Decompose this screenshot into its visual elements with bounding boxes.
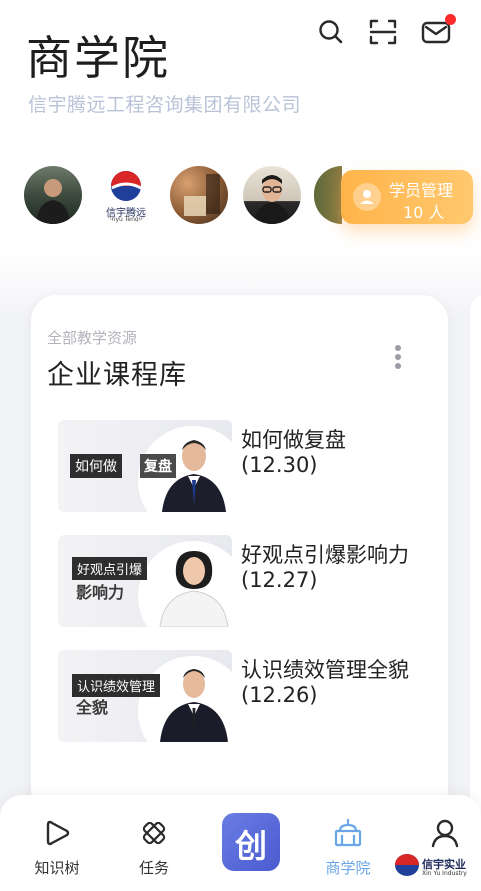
more-icon[interactable] <box>387 343 409 373</box>
thumbnail-tag: 如何做 <box>70 454 122 478</box>
next-card-peek[interactable] <box>470 295 481 815</box>
course-item[interactable]: 好观点引爆 影响力 好观点引爆影响力 (12.27) <box>58 535 438 627</box>
course-thumbnail: 如何做 复盘 <box>58 420 232 512</box>
nav-label: 任务 <box>138 859 169 877</box>
avatar[interactable] <box>314 166 342 224</box>
user-icon <box>353 183 381 211</box>
watermark-subtext: Xin Yu Industry <box>422 870 467 877</box>
page: 商学院 信宇腾远工程咨询集团有限公司 信宇腾远 Xinyu Tengyu 学员管… <box>0 0 481 891</box>
company-name: 信宇腾远工程咨询集团有限公司 <box>28 94 302 116</box>
course-date: (12.26) <box>241 683 318 707</box>
course-thumbnail: 好观点引爆 影响力 <box>58 535 232 627</box>
course-title: 如何做复盘 <box>241 428 346 452</box>
scan-icon[interactable] <box>367 16 399 48</box>
avatar[interactable] <box>170 166 228 224</box>
search-icon[interactable] <box>315 16 347 48</box>
avatar[interactable] <box>243 166 301 224</box>
nav-label: 商学院 <box>325 859 371 877</box>
avatar[interactable]: 信宇腾远 Xinyu Tengyu <box>97 166 155 224</box>
student-manage-label: 学员管理 <box>389 181 454 200</box>
create-button[interactable]: 创 <box>222 813 280 871</box>
course-date: (12.27) <box>241 568 318 592</box>
thumbnail-tag: 全貌 <box>76 698 109 717</box>
course-title: 认识绩效管理全貌 <box>241 658 409 682</box>
student-manage-button[interactable]: 学员管理 10 人 <box>341 170 473 224</box>
watermark-logo-icon <box>395 854 419 876</box>
course-thumbnail: 认识绩效管理 全貌 <box>58 650 232 742</box>
lecturer-photo <box>160 669 228 742</box>
task-icon <box>142 821 166 845</box>
course-library-card: 全部教学资源 企业课程库 如何做 复盘 如何做复盘 (12.30) 好观点引爆 … <box>31 295 448 815</box>
thumbnail-tag: 影响力 <box>76 583 125 602</box>
page-title: 商学院 <box>26 31 170 85</box>
nav-item-tasks[interactable]: 任务 <box>114 795 194 891</box>
avatar[interactable] <box>24 166 82 224</box>
lecturer-photo <box>162 440 226 512</box>
profile-icon <box>431 819 459 848</box>
school-icon <box>334 818 362 847</box>
nav-label: 知识树 <box>34 859 80 877</box>
course-title: 好观点引爆影响力 <box>241 543 409 567</box>
brand-logo-subtext: Xinyu Tengyu <box>105 216 147 223</box>
thumbnail-tag: 好观点引爆 <box>72 557 148 580</box>
course-date: (12.30) <box>241 453 318 477</box>
course-item[interactable]: 认识绩效管理 全貌 认识绩效管理全貌 (12.26) <box>58 650 438 742</box>
lecturer-photo <box>159 551 229 627</box>
card-title: 企业课程库 <box>47 360 187 391</box>
course-item[interactable]: 如何做 复盘 如何做复盘 (12.30) <box>58 420 438 512</box>
card-label: 全部教学资源 <box>47 329 138 347</box>
nav-item-business-school[interactable]: 商学院 <box>308 795 388 891</box>
student-count: 10 人 <box>403 203 445 222</box>
play-icon <box>46 820 70 846</box>
notification-dot <box>445 14 456 25</box>
create-icon: 创 <box>234 827 267 865</box>
nav-item-knowledge-tree[interactable]: 知识树 <box>17 795 97 891</box>
watermark: 信宇实业 Xin Yu Industry <box>395 852 467 880</box>
